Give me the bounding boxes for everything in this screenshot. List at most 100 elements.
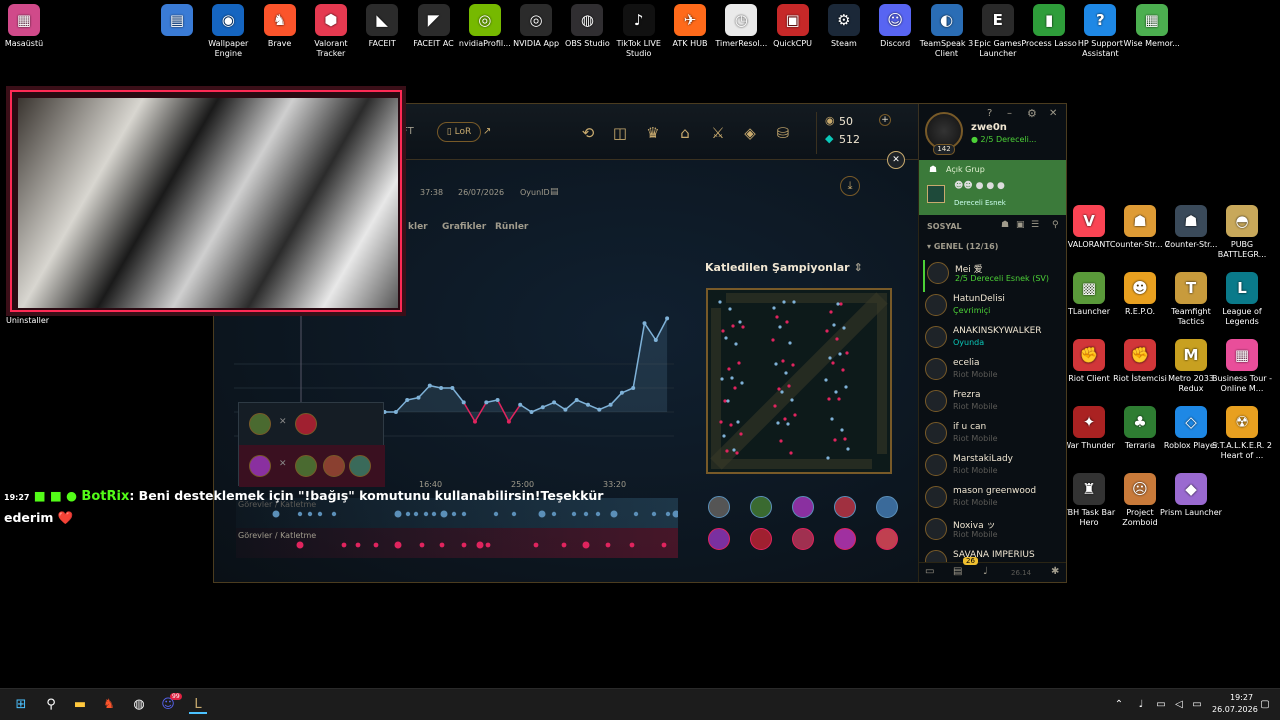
timeline-event[interactable] (485, 542, 491, 548)
graph-point[interactable] (665, 316, 670, 321)
killed-champion-icon[interactable] (834, 528, 856, 550)
timeline-event[interactable] (533, 542, 539, 548)
timeline-event[interactable] (605, 542, 611, 548)
desktop-icon-right-15[interactable]: ☢ S.T.A.L.K.E.R. 2 Heart of ... (1210, 406, 1274, 461)
graph-point[interactable] (473, 419, 477, 424)
notifications-icon[interactable]: ▢ (1256, 696, 1274, 714)
graph-point[interactable] (574, 398, 579, 402)
timeline-event[interactable] (672, 510, 679, 518)
graph-point[interactable] (416, 395, 421, 400)
desktop-icon-right-3[interactable]: ◓ PUBG BATTLEGR... (1210, 205, 1274, 260)
graph-point[interactable] (461, 400, 466, 405)
brave-taskbar-icon[interactable]: ♞ (100, 696, 118, 714)
add-rp-button[interactable]: + (879, 114, 891, 126)
graph-point[interactable] (642, 321, 647, 326)
mic-tray-icon[interactable]: ♩ (1132, 696, 1150, 714)
desktop-icon-right-11[interactable]: ▦ Business Tour - Online M... (1210, 339, 1274, 394)
graph-point[interactable] (597, 407, 602, 412)
graph-point[interactable] (619, 390, 624, 395)
download-button[interactable]: ⤓ (840, 176, 860, 196)
add-folder-icon[interactable]: ▣ (1016, 220, 1025, 230)
lor-button[interactable]: ▯ LoR (437, 122, 481, 142)
volume-icon[interactable]: ◁ (1170, 696, 1188, 714)
graph-point[interactable] (495, 398, 500, 402)
battery-icon[interactable]: ▭ (1188, 696, 1206, 714)
friend-item[interactable]: ANAKINSKYWALKER Oyunda (923, 324, 1066, 356)
file-explorer-icon[interactable]: ▬ (71, 696, 89, 714)
tab-graphs[interactable]: Grafikler (442, 222, 486, 232)
killed-champion-icon[interactable] (708, 496, 730, 518)
settings-button[interactable]: ⚙ (1027, 107, 1037, 120)
missions-icon[interactable]: ⟲ (579, 124, 597, 142)
friend-item[interactable]: ecelia Riot Mobile (923, 356, 1066, 388)
timeline-event[interactable] (439, 542, 445, 548)
graph-point[interactable] (484, 400, 489, 405)
graph-point[interactable] (439, 386, 444, 390)
add-friend-icon[interactable]: ☗ (1001, 220, 1009, 230)
tab-runes[interactable]: Rünler (495, 222, 528, 232)
timeline-event[interactable] (665, 511, 671, 517)
graph-point[interactable] (540, 405, 545, 410)
friend-item[interactable]: Frezra Riot Mobile (923, 388, 1066, 420)
timeline-event[interactable] (651, 511, 657, 517)
chat-icon[interactable]: ▭ (925, 566, 934, 577)
store-icon[interactable]: ⛁ (774, 124, 792, 142)
uninstaller-label[interactable]: Uninstaller (6, 316, 49, 325)
clock-time[interactable]: 19:27 (1230, 693, 1253, 702)
friend-item[interactable]: Noxiva ッ Riot Mobile (923, 516, 1066, 548)
tray-overflow-icon[interactable]: ⌃ (1110, 696, 1128, 714)
clipboard-icon[interactable]: ▤ (953, 566, 962, 577)
killed-champion-icon[interactable] (834, 496, 856, 518)
graph-point[interactable] (506, 419, 511, 424)
copy-icon[interactable]: ▤ (550, 187, 559, 197)
external-link-icon[interactable]: ↗ (483, 126, 491, 137)
mic-icon[interactable]: ♩ (983, 566, 988, 577)
search-icon[interactable]: ⚲ (1052, 220, 1059, 230)
graph-point[interactable] (631, 386, 636, 390)
list-icon[interactable]: ☰ (1031, 220, 1039, 230)
timeline-event[interactable] (461, 542, 467, 548)
close-button[interactable]: ✕ (1049, 108, 1057, 119)
killed-champion-icon[interactable] (708, 528, 730, 550)
tab-partial[interactable]: kler (408, 222, 428, 232)
collection-icon[interactable]: ◫ (611, 124, 629, 142)
network-icon[interactable]: ▭ (1152, 696, 1170, 714)
search-icon[interactable]: ⚲ (42, 696, 60, 714)
profile-panel[interactable]: 142 zwe0n ● 2/5 Dereceli... ? – ⚙ ✕ (918, 104, 1066, 160)
obs-taskbar-icon[interactable]: ◍ (130, 696, 148, 714)
friend-item[interactable]: mason greenwood Riot Mobile (923, 484, 1066, 516)
timeline-event[interactable] (661, 542, 667, 548)
graph-point[interactable] (608, 402, 613, 407)
desktop-icon-right-7[interactable]: L League of Legends (1210, 272, 1274, 327)
timeline-event[interactable] (394, 541, 402, 549)
minimize-button[interactable]: – (1007, 108, 1012, 119)
graph-point[interactable] (427, 383, 432, 388)
help-button[interactable]: ? (987, 108, 992, 119)
desktop-icon-top-19[interactable]: ▦ Wise Memor... (1120, 4, 1184, 49)
party-panel[interactable]: ☗ Açık Grup ☻☻ ● ● ● Dereceli Esnek (919, 160, 1066, 215)
league-taskbar-icon[interactable]: L (189, 696, 207, 714)
friend-item[interactable]: HatunDelisi Çevrimiçi (923, 292, 1066, 324)
champions-icon[interactable]: ♛ (644, 124, 662, 142)
timeline-event[interactable] (633, 511, 639, 517)
timeline-event[interactable] (610, 510, 618, 518)
game-id[interactable]: OyunID (520, 188, 550, 197)
killed-champion-icon[interactable] (876, 496, 898, 518)
graph-point[interactable] (552, 400, 557, 405)
timeline-event[interactable] (476, 541, 484, 549)
timeline-event[interactable] (561, 542, 567, 548)
killed-champion-icon[interactable] (876, 528, 898, 550)
graph-point[interactable] (393, 410, 398, 414)
group-header[interactable]: ▾ GENEL (12/16) (927, 242, 998, 251)
crest-icon[interactable]: ◈ (741, 124, 759, 142)
timeline-event[interactable] (419, 542, 425, 548)
desktop-icon-left-0[interactable]: ▦ Masaüstü (0, 4, 56, 49)
killed-champions-title[interactable]: Katledilen Şampiyonlar ⇕ (705, 261, 863, 274)
timeline-event[interactable] (341, 542, 347, 548)
killed-champion-icon[interactable] (792, 528, 814, 550)
killed-champion-icon[interactable] (750, 528, 772, 550)
friend-item[interactable]: Mei 爱 2/5 Dereceli Esnek (SV) (923, 260, 1066, 292)
desktop-icon-right-18[interactable]: ◆ Prism Launcher (1159, 473, 1223, 518)
clash-icon[interactable]: ⚔ (709, 124, 727, 142)
graph-point[interactable] (653, 338, 658, 342)
